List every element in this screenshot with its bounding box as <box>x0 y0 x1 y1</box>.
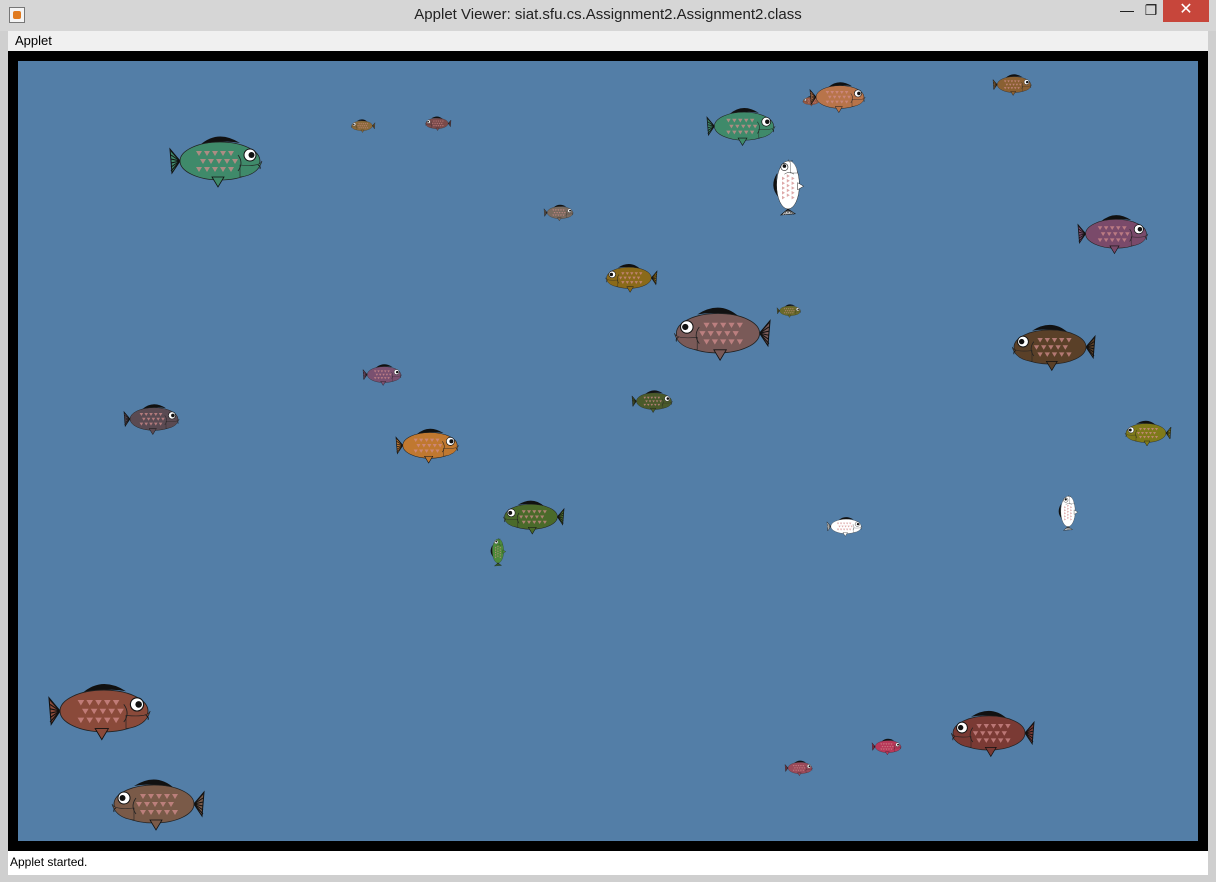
fish <box>1077 215 1149 255</box>
fish <box>490 538 507 567</box>
fish <box>543 205 574 222</box>
fish <box>425 116 452 131</box>
fish <box>706 107 776 146</box>
minimize-button[interactable]: — <box>1114 0 1140 22</box>
window-title: Applet Viewer: siat.sfu.cs.Assignment2.A… <box>414 6 802 23</box>
fish <box>1058 494 1079 531</box>
aquarium-water[interactable] <box>18 61 1198 841</box>
fish <box>871 739 902 756</box>
fish <box>826 516 863 537</box>
applet-canvas[interactable] <box>8 51 1208 851</box>
fish <box>362 364 402 387</box>
title-bar[interactable]: Applet Viewer: siat.sfu.cs.Assignment2.A… <box>0 0 1216 31</box>
fish <box>351 119 376 133</box>
fish <box>776 304 801 318</box>
fish <box>674 307 771 361</box>
fish <box>773 159 805 216</box>
status-text: Applet started. <box>10 855 88 869</box>
maximize-button[interactable]: ❐ <box>1140 0 1162 22</box>
fish <box>1011 324 1096 372</box>
fish <box>169 136 263 188</box>
status-bar: Applet started. <box>8 851 1208 875</box>
fish <box>605 264 658 293</box>
fish <box>123 404 180 436</box>
fish <box>395 428 459 464</box>
menu-bar: Applet <box>8 31 1208 51</box>
fish <box>809 82 866 114</box>
fish <box>1124 420 1172 447</box>
fish <box>631 390 673 413</box>
menu-applet[interactable]: Applet <box>15 33 52 48</box>
fish <box>111 779 205 831</box>
fish <box>503 500 565 535</box>
fish <box>992 74 1032 97</box>
fish <box>784 760 813 777</box>
close-button[interactable]: ✕ <box>1163 0 1209 22</box>
applet-viewer-window: Applet Viewer: siat.sfu.cs.Assignment2.A… <box>0 0 1216 882</box>
fish <box>48 684 151 741</box>
fish <box>950 710 1035 758</box>
